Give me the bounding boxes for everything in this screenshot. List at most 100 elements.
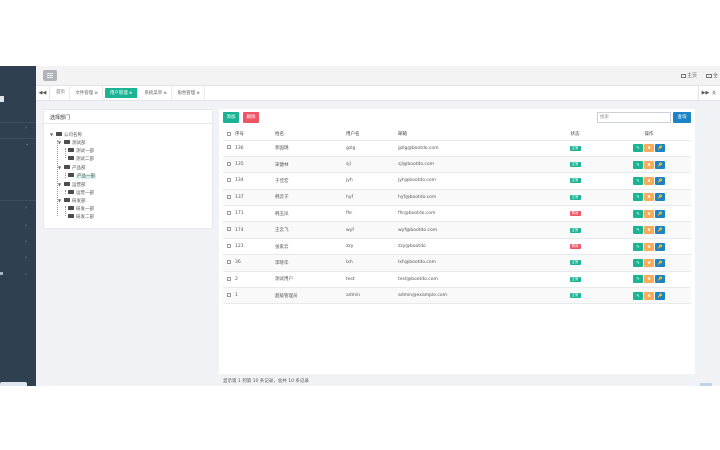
checkbox-icon[interactable] [227,131,231,136]
row-checkbox[interactable] [223,238,235,256]
tab-role-management[interactable]: 角色管理⊗ [173,86,205,100]
table-row[interactable]: 123 张家云 zzy zzy@bootdo 禁用 ✎ ✖ 🔑 [223,238,691,256]
select-all-checkbox[interactable] [223,129,235,141]
header-status[interactable]: 状态 [543,129,607,141]
fullscreen-link[interactable]: 全 [706,72,718,79]
tab-file-management[interactable]: 文件管理⊗ [71,86,103,100]
tab-close-icon[interactable]: ⊗ [163,90,166,95]
key-icon[interactable]: 🔑 [655,193,665,202]
checkbox-icon[interactable] [227,292,231,297]
key-icon[interactable]: 🔑 [655,226,665,235]
tree-node-test[interactable]: ▼ 测试部 [58,140,86,146]
key-icon[interactable]: 🔑 [655,291,665,300]
header-email[interactable]: 邮箱 [398,129,543,141]
tree-node-product[interactable]: ▼ 产品部 [58,165,86,171]
edit-icon[interactable]: ✎ [633,160,643,169]
key-icon[interactable]: 🔑 [655,209,665,218]
search-button[interactable]: 查询 [673,112,691,123]
tree-node-rd-2[interactable]: 研发二部 [68,214,94,220]
checkbox-icon[interactable] [227,161,231,166]
tab-system-menu[interactable]: 系统菜单⊗ [140,86,172,100]
tab-close-icon[interactable]: ⊗ [196,90,199,95]
key-icon[interactable]: 🔑 [655,160,665,169]
header-name[interactable]: 姓名 [275,129,346,141]
sidebar-item-chevron-icon[interactable]: › [25,125,31,131]
edit-icon[interactable]: ✎ [633,291,643,300]
row-checkbox[interactable] [223,172,235,190]
sidebar-item-expand-icon[interactable]: ⌄ [25,141,31,147]
key-icon[interactable]: 🔑 [655,275,665,284]
search-input[interactable] [597,112,671,123]
remove-icon[interactable]: ✖ [644,242,654,251]
key-icon[interactable]: 🔑 [655,144,665,153]
checkbox-icon[interactable] [227,194,231,199]
menu-toggle-icon[interactable] [43,70,57,81]
checkbox-icon[interactable] [227,211,231,215]
sidebar-item-chevron-icon[interactable]: › [25,239,31,245]
remove-icon[interactable]: ✖ [644,291,654,300]
row-checkbox[interactable] [223,189,235,207]
row-checkbox[interactable] [223,156,235,174]
row-checkbox[interactable] [223,221,235,239]
tree-node-ops-1[interactable]: 运营一部 [68,190,94,196]
edit-icon[interactable]: ✎ [633,275,643,284]
checkbox-icon[interactable] [227,276,231,281]
tree-node-rd-1[interactable]: 研发一部 [68,206,94,212]
delete-button[interactable]: 删除 [243,112,259,123]
table-row[interactable]: 36 李晓华 lxh lxh@bootdo.com 正常 ✎ ✖ 🔑 [223,254,691,272]
tab-scroll-left-icon[interactable]: ◀◀ [36,86,50,100]
edit-icon[interactable]: ✎ [633,258,643,267]
key-icon[interactable]: 🔑 [655,176,665,185]
tab-close-icon[interactable]: ⊗ [94,90,97,95]
sidebar-item-chevron-icon[interactable]: › [25,272,31,278]
checkbox-icon[interactable] [227,243,231,248]
row-checkbox[interactable] [223,140,235,157]
table-row[interactable]: 136 郭国璐 gzlg gzlg@bootdo.com 正常 ✎ ✖ 🔑 [223,140,691,157]
row-checkbox[interactable] [223,254,235,272]
tree-node-test-1[interactable]: 测试一部 [68,148,94,154]
remove-icon[interactable]: ✖ [644,209,654,218]
remove-icon[interactable]: ✖ [644,226,654,235]
key-icon[interactable]: 🔑 [655,242,665,251]
checkbox-icon[interactable] [227,178,231,183]
tree-node-product-1[interactable]: 产品一部 [68,173,96,179]
table-row[interactable]: 171 韩玉凤 fhr fhr@bootdo.com 禁用 ✎ ✖ 🔑 [223,205,691,223]
tab-home[interactable]: 首页 [52,86,70,100]
remove-icon[interactable]: ✖ [644,258,654,267]
header-seq[interactable]: 序号 [235,129,275,141]
row-checkbox[interactable] [223,205,235,223]
row-checkbox[interactable] [223,287,235,305]
row-checkbox[interactable] [223,271,235,289]
close-tabs-menu[interactable]: 关 [712,86,720,100]
edit-icon[interactable]: ✎ [633,226,643,235]
tab-close-icon[interactable]: ⊗ [129,90,132,95]
edit-icon[interactable]: ✎ [633,242,643,251]
table-row[interactable]: 134 于佳宏 jyh jyh@bootdo.com 正常 ✎ ✖ 🔑 [223,172,691,190]
checkbox-icon[interactable] [227,227,231,232]
remove-icon[interactable]: ✖ [644,160,654,169]
key-icon[interactable]: 🔑 [655,258,665,267]
tree-node-rd[interactable]: ▼ 研发部 [58,198,86,204]
sidebar-item-chevron-icon[interactable]: › [25,223,31,229]
checkbox-icon[interactable] [227,260,231,265]
add-button[interactable]: 添加 [223,112,239,123]
table-row[interactable]: 1 超级管理员 admin admin@example.com 正常 ✎ ✖ 🔑 [223,287,691,305]
edit-icon[interactable]: ✎ [633,209,643,218]
edit-icon[interactable]: ✎ [633,193,643,202]
remove-icon[interactable]: ✖ [644,275,654,284]
remove-icon[interactable]: ✖ [644,176,654,185]
table-row[interactable]: 137 韩云于 hyf hyf@bootdo.com 正常 ✎ ✖ 🔑 [223,189,691,207]
sidebar-item-chevron-icon[interactable]: › [25,255,31,261]
sidebar-item-chevron-icon[interactable]: › [25,205,31,211]
table-row[interactable]: 174 王云飞 wyf wyf@bootdo.com 正常 ✎ ✖ 🔑 [223,221,691,239]
tab-user-management[interactable]: 用户管理⊗ [105,88,138,98]
edit-icon[interactable]: ✎ [633,144,643,153]
tab-scroll-right-icon[interactable]: ▶▶ [698,86,712,100]
header-account[interactable]: 用户名 [346,129,398,141]
tree-node-ops[interactable]: ▼ 运营部 [58,182,86,188]
remove-icon[interactable]: ✖ [644,193,654,202]
home-link[interactable]: 主页 [681,72,697,79]
table-row[interactable]: 2 测试用户 test test@bootdo.com 正常 ✎ ✖ 🔑 [223,271,691,289]
tree-node-company[interactable]: ▼ 公司名称 [50,132,82,138]
edit-icon[interactable]: ✎ [633,176,643,185]
